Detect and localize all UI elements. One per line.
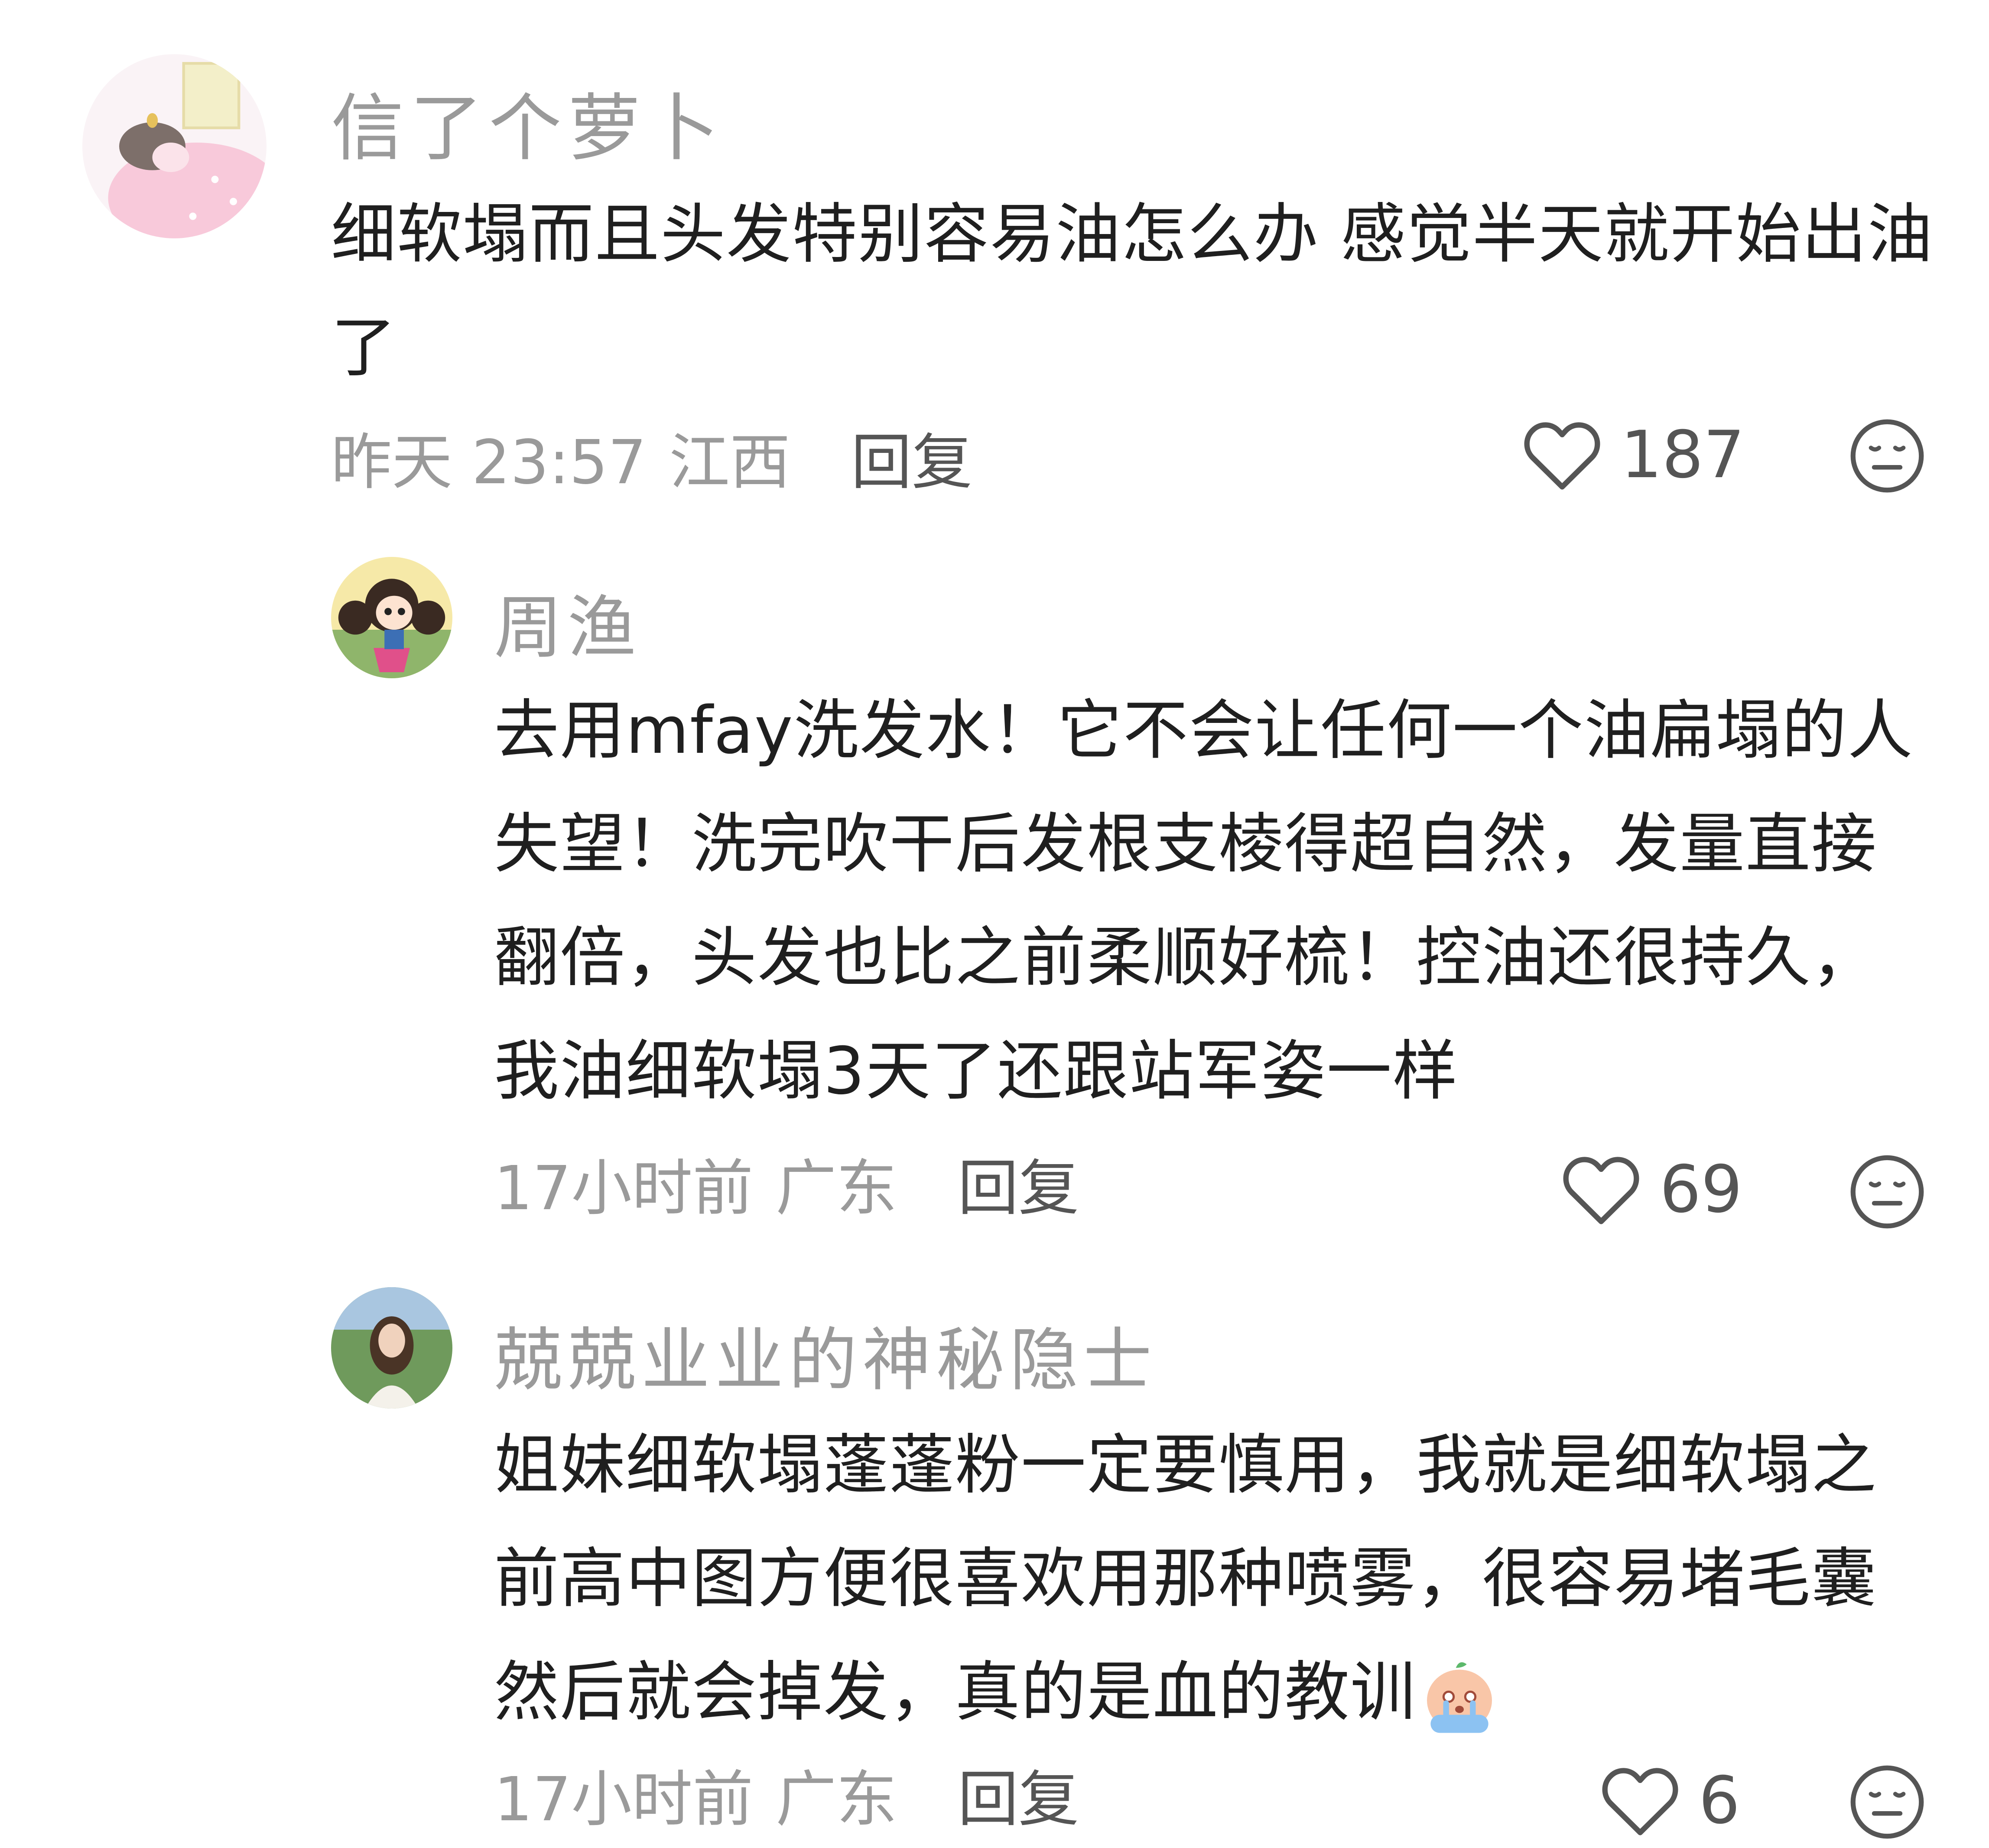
photo-woman-avatar-icon bbox=[331, 1287, 452, 1409]
comment-meta: 17小时前 广东 回复 bbox=[494, 1760, 1079, 1835]
dislike-button[interactable] bbox=[1848, 417, 1926, 495]
heart-outline-icon bbox=[1563, 1157, 1639, 1224]
heart-outline-icon bbox=[1524, 422, 1600, 490]
neutral-face-icon bbox=[1850, 419, 1924, 493]
like-button[interactable]: 69 bbox=[1560, 1152, 1742, 1227]
comment-time: 昨天 23:57 bbox=[331, 427, 647, 498]
heart-outline-icon bbox=[1602, 1768, 1678, 1835]
comment-location: 广东 bbox=[776, 1764, 897, 1835]
comment-meta: 昨天 23:57 江西 回复 bbox=[331, 423, 972, 498]
comment-location: 广东 bbox=[776, 1153, 897, 1224]
reply-button[interactable]: 回复 bbox=[958, 1139, 1079, 1227]
comment-time: 17小时前 bbox=[494, 1764, 754, 1835]
sleeping-girl-avatar-icon bbox=[82, 54, 266, 238]
comment-username[interactable]: 兢兢业业的神秘隐士 bbox=[494, 1305, 1157, 1404]
comment-text: 姐妹细软塌蓬蓬粉一定要慎用，我就是细软塌之前高中图方便很喜欢用那种喷雾，很容易堵… bbox=[494, 1409, 1937, 1749]
neutral-face-icon bbox=[1850, 1155, 1924, 1229]
comment-username[interactable]: 周渔 bbox=[494, 572, 641, 671]
neutral-face-icon bbox=[1850, 1765, 1924, 1839]
comment-meta: 17小时前 广东 回复 bbox=[494, 1148, 1079, 1224]
comment-text: 细软塌而且头发特别容易油怎么办 感觉半天就开始出油了 bbox=[331, 197, 1934, 386]
dislike-button[interactable] bbox=[1848, 1153, 1926, 1231]
comment-text-content: 姐妹细软塌蓬蓬粉一定要慎用，我就是细软塌之前高中图方便很喜欢用那种喷雾，很容易堵… bbox=[494, 1428, 1878, 1730]
reply-button[interactable]: 回复 bbox=[958, 1750, 1079, 1838]
avatar[interactable] bbox=[331, 1287, 452, 1409]
like-count: 187 bbox=[1621, 417, 1745, 493]
crying-peach-emoji-icon bbox=[1427, 1662, 1492, 1733]
avatar[interactable] bbox=[82, 54, 266, 238]
comment-username[interactable]: 信了个萝卜 bbox=[331, 69, 725, 175]
like-count: 6 bbox=[1699, 1763, 1740, 1838]
reply-button[interactable]: 回复 bbox=[851, 413, 972, 501]
like-button[interactable]: 6 bbox=[1599, 1763, 1740, 1838]
avatar[interactable] bbox=[331, 557, 452, 678]
comment-location: 江西 bbox=[669, 427, 790, 498]
comment-time: 17小时前 bbox=[494, 1153, 754, 1224]
like-button[interactable]: 187 bbox=[1521, 417, 1745, 493]
comment-text: 去用mfay洗发水！它不会让任何一个油扁塌的人失望！洗完吹干后发根支棱得超自然，… bbox=[494, 693, 1914, 1109]
cartoon-girl-avatar-icon bbox=[331, 557, 452, 678]
dislike-button[interactable] bbox=[1848, 1763, 1926, 1841]
like-count: 69 bbox=[1660, 1152, 1742, 1227]
